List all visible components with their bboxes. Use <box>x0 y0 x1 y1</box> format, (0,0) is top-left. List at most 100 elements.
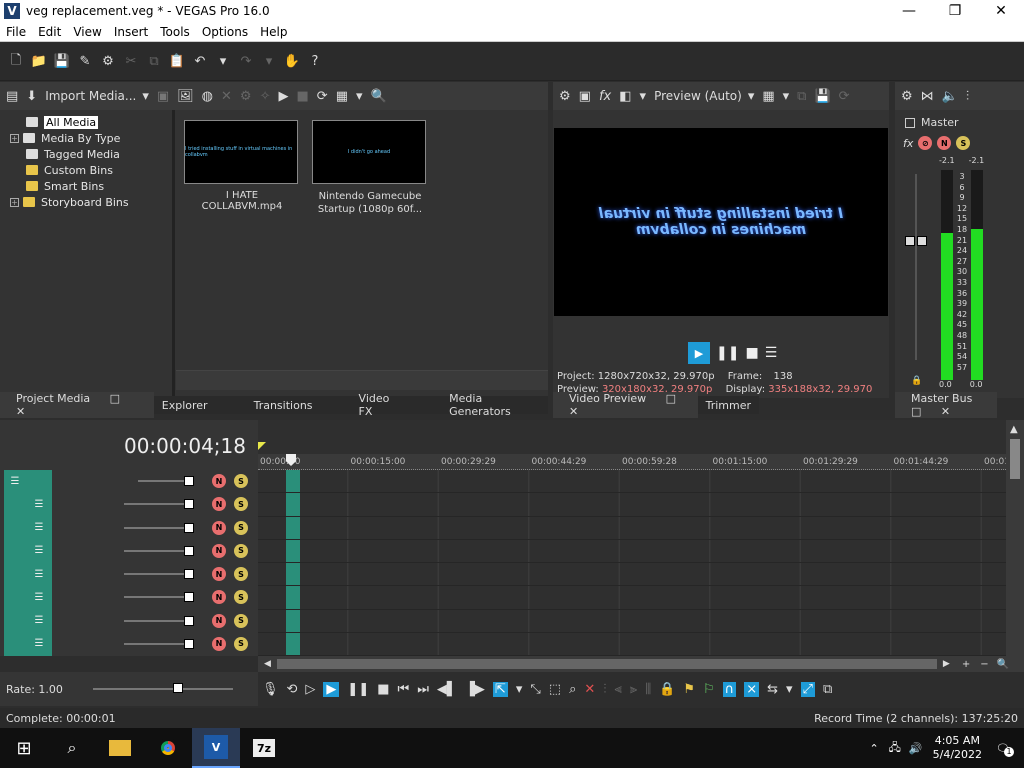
track-solo-icon[interactable]: S <box>234 497 248 512</box>
insert-marker-icon[interactable]: ⚑ <box>683 682 695 697</box>
track-lane[interactable] <box>258 586 1006 610</box>
track-solo-icon[interactable]: S <box>234 474 248 488</box>
master-solo-icon[interactable]: S <box>956 136 971 150</box>
track-volume-slider[interactable] <box>124 503 184 506</box>
preview-menu-icon[interactable]: ☰ <box>765 345 778 361</box>
track-menu-icon[interactable]: ☰ <box>30 590 48 604</box>
menu-tools[interactable]: Tools <box>154 25 196 39</box>
track-mute-icon[interactable]: N <box>212 497 226 512</box>
float-icon[interactable]: □ <box>102 392 128 405</box>
remove-media-icon[interactable]: ✕ <box>221 89 232 104</box>
timeline-vscroll[interactable]: ▲ <box>1006 420 1024 656</box>
track-lanes[interactable] <box>258 470 1006 656</box>
timeline-ruler[interactable]: 00:00:00 00:00:15:00 00:00:29:29 00:00:44:2… <box>258 454 1010 470</box>
new-project-icon[interactable]: 🗋 <box>6 52 26 72</box>
device-preview-icon[interactable]: ▣ <box>579 89 591 104</box>
scroll-thumb[interactable] <box>1010 439 1020 479</box>
tray-chevron-icon[interactable]: ⌃ <box>869 742 878 755</box>
zoom-in-icon[interactable]: + <box>962 659 970 670</box>
tab-media-generators[interactable]: Media Generators <box>441 392 548 418</box>
track-volume-slider[interactable] <box>124 573 184 575</box>
redo-dropdown-icon[interactable]: ▾ <box>259 52 279 72</box>
track-volume-slider[interactable] <box>138 480 184 482</box>
split-icon[interactable]: ⫼ <box>645 682 651 697</box>
split-dropdown-icon[interactable]: ▾ <box>640 89 647 104</box>
import-media-icon[interactable]: ⬇ <box>26 89 37 104</box>
menu-help[interactable]: Help <box>254 25 293 39</box>
scroll-right-icon[interactable]: ▶ <box>943 659 950 669</box>
track-volume-slider[interactable] <box>124 619 184 622</box>
tree-splitter[interactable] <box>172 110 175 398</box>
track-volume-slider[interactable] <box>124 596 184 599</box>
cut-icon[interactable]: ✂ <box>121 52 141 72</box>
track-lane[interactable] <box>258 493 1006 517</box>
quality-dropdown-icon[interactable]: ▾ <box>748 89 755 104</box>
insert-region-icon[interactable]: ⚐ <box>703 682 715 697</box>
tree-item-smart-bins[interactable]: Smart Bins <box>10 178 170 194</box>
tree-item-tagged-media[interactable]: Tagged Media <box>10 146 170 162</box>
maximize-button[interactable]: ❐ <box>932 0 978 22</box>
snapping-icon[interactable]: ∩ <box>722 681 737 697</box>
redo-icon[interactable]: ↷ <box>236 52 256 72</box>
normal-edit-tool-icon[interactable]: ⇱ <box>492 681 508 697</box>
track-volume-slider[interactable] <box>124 549 184 552</box>
master-fx-icon[interactable]: fx <box>903 137 913 150</box>
float-icon[interactable]: □ <box>903 405 929 418</box>
track-slider-knob[interactable] <box>184 569 194 579</box>
master-properties-icon[interactable]: ⚙ <box>901 89 913 104</box>
play-from-start-icon[interactable]: ▷ <box>305 682 315 697</box>
file-explorer-icon[interactable] <box>96 740 144 756</box>
timeline-hscroll[interactable]: ◀ ▶ + − 🔍 <box>258 656 1024 672</box>
tab-master-bus[interactable]: Master Bus □ ✕ <box>895 392 997 418</box>
track-lane[interactable] <box>258 609 1006 633</box>
track-header[interactable]: ☰ N S <box>0 563 258 585</box>
save-snapshot-icon[interactable]: 💾 <box>814 89 830 104</box>
track-menu-icon[interactable]: ☰ <box>30 567 48 581</box>
pause-icon[interactable]: ❚❚ <box>347 682 369 697</box>
track-solo-icon[interactable]: S <box>234 590 248 605</box>
help-pointer-icon[interactable]: ? <box>305 52 325 72</box>
expand-icon[interactable]: + <box>10 197 19 207</box>
track-header[interactable]: ☰ N S <box>0 540 258 562</box>
track-mute-icon[interactable]: N <box>212 474 226 488</box>
master-checkbox[interactable] <box>905 117 915 128</box>
tree-item-all-media[interactable]: All Media <box>10 114 170 130</box>
pause-button[interactable]: ❚❚ <box>716 345 739 361</box>
master-fader-knob[interactable] <box>905 236 927 246</box>
close-button[interactable]: ✕ <box>978 0 1024 22</box>
media-fx-icon[interactable]: ◍ <box>202 89 213 104</box>
import-media-button[interactable]: Import Media... <box>45 89 136 103</box>
split-screen-icon[interactable]: ◧ <box>619 89 631 104</box>
menu-file[interactable]: File <box>0 25 32 39</box>
lock-icon[interactable]: 🔒 <box>911 376 922 386</box>
menu-view[interactable]: View <box>67 25 107 39</box>
loop-playback-icon[interactable]: ⟲ <box>287 682 298 697</box>
mixer-icon[interactable]: ⫶ <box>966 89 969 104</box>
lock-envelopes-icon[interactable]: ⤢ <box>800 681 815 697</box>
marker-icon[interactable] <box>258 442 266 450</box>
track-mute-icon[interactable]: N <box>212 613 226 628</box>
notifications-icon[interactable]: 🗨 1 <box>996 742 1014 757</box>
scroll-up-icon[interactable]: ▲ <box>1010 424 1020 435</box>
delete-icon[interactable]: ✕ <box>584 682 595 697</box>
track-slider-knob[interactable] <box>184 499 194 510</box>
tab-trimmer[interactable]: Trimmer <box>698 399 759 412</box>
tree-item-storyboard-bins[interactable]: + Storyboard Bins <box>10 194 170 210</box>
lock-events-icon[interactable]: 🔒 <box>659 682 675 697</box>
go-to-end-icon[interactable]: ⏭ <box>417 682 429 697</box>
track-header[interactable]: ☰ N S <box>0 517 258 539</box>
paste-icon[interactable]: 📋 <box>167 52 187 72</box>
track-mute-icon[interactable]: N <box>212 543 226 558</box>
get-media-icon[interactable]: 🖼 <box>177 89 194 104</box>
close-tab-icon[interactable]: ✕ <box>8 405 33 418</box>
network-icon[interactable]: 🖧 <box>889 739 901 758</box>
record-icon[interactable]: 🎙 <box>262 682 279 697</box>
close-tab-icon[interactable]: ✕ <box>933 405 958 418</box>
track-mute-icon[interactable]: N <box>212 636 226 651</box>
auto-preview-play-icon[interactable]: ▶ <box>278 89 288 104</box>
ripple-dropdown-icon[interactable]: ▾ <box>786 682 793 697</box>
preview-properties-icon[interactable]: ⚙ <box>559 89 571 104</box>
auto-preview-loop-icon[interactable]: ⟳ <box>317 89 328 104</box>
menu-insert[interactable]: Insert <box>108 25 154 39</box>
track-solo-icon[interactable]: S <box>234 613 248 628</box>
